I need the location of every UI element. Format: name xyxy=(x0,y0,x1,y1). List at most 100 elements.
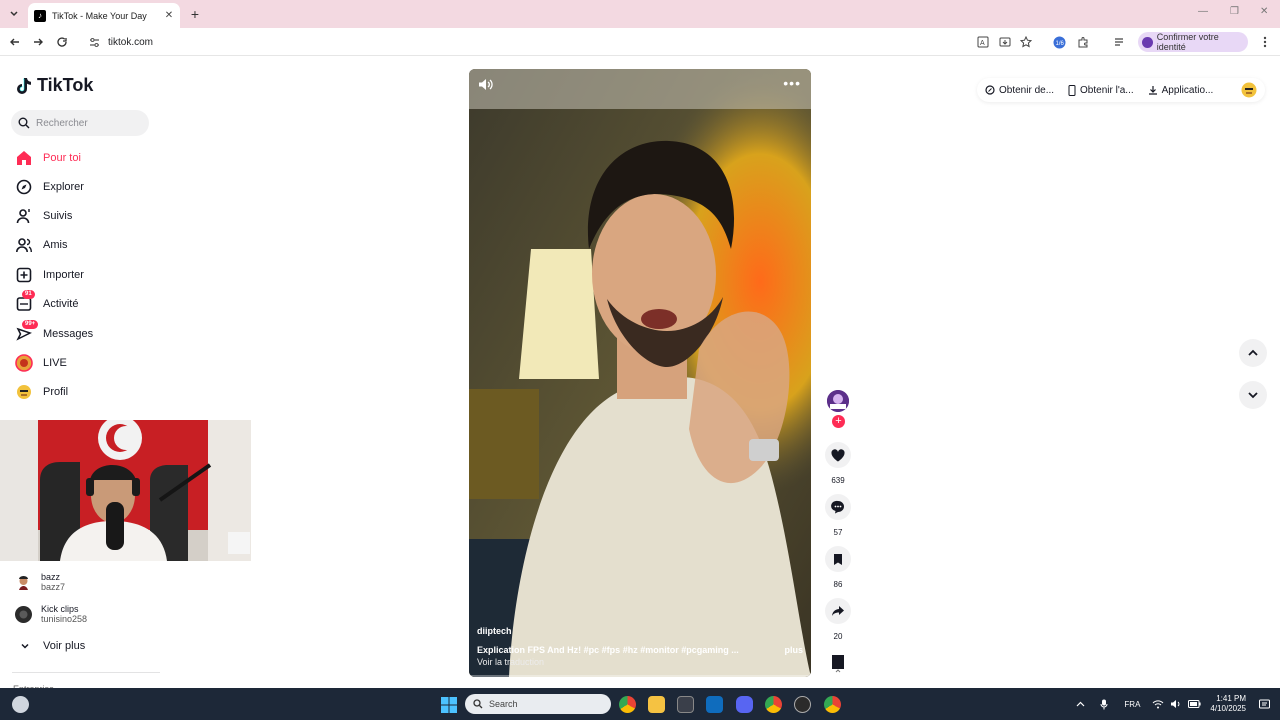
nav-label: Pour toi xyxy=(43,152,81,164)
chrome-icon[interactable] xyxy=(619,696,636,713)
widgets-icon[interactable] xyxy=(12,696,29,713)
comment-button[interactable] xyxy=(825,494,851,520)
tab-search-icon[interactable] xyxy=(6,7,22,21)
outlook-icon[interactable] xyxy=(706,696,723,713)
nav-label: Activité xyxy=(43,298,79,310)
chrome-secondary-icon[interactable] xyxy=(824,696,841,713)
extensions-puzzle-icon[interactable] xyxy=(1076,35,1090,49)
nav-live[interactable]: LIVE xyxy=(15,352,245,374)
microphone-icon[interactable] xyxy=(1094,699,1114,710)
reading-list-icon[interactable] xyxy=(1112,35,1126,49)
share-button[interactable] xyxy=(825,598,851,624)
next-video-button[interactable] xyxy=(1239,381,1267,409)
phone-icon xyxy=(1068,84,1076,96)
nav-label: Importer xyxy=(43,269,84,281)
volume-icon[interactable] xyxy=(477,77,493,91)
video-player[interactable]: ••• diiptech Explication FPS And Hz! #pc… xyxy=(469,69,811,677)
nav-messages[interactable]: 99+ Messages xyxy=(15,320,245,345)
bookmark-icon xyxy=(833,553,843,566)
profile-avatar-icon xyxy=(1142,36,1153,48)
tray-overflow-icon[interactable] xyxy=(1070,700,1090,709)
like-count: 639 xyxy=(831,476,845,485)
site-info-icon[interactable] xyxy=(88,36,100,48)
wifi-icon[interactable] xyxy=(1150,699,1166,709)
maximize-window-icon[interactable]: ❐ xyxy=(1230,6,1239,17)
extension-badge-icon[interactable]: 1/6 xyxy=(1052,35,1066,49)
video-progress-bar[interactable] xyxy=(469,675,811,677)
get-app-button[interactable]: Obtenir l'a... xyxy=(1068,84,1134,96)
forward-icon[interactable] xyxy=(31,35,45,49)
save-button[interactable] xyxy=(825,546,851,572)
new-tab-button[interactable]: + xyxy=(188,6,202,22)
video-author[interactable]: diiptech xyxy=(477,626,803,636)
previous-video-button[interactable] xyxy=(1239,339,1267,367)
windows-start-icon[interactable] xyxy=(440,696,457,713)
notifications-icon[interactable] xyxy=(1256,699,1272,710)
music-disc-button[interactable] xyxy=(825,650,851,676)
video-translate-link[interactable]: Voir la traduction xyxy=(477,657,803,667)
share-arrow-icon xyxy=(831,605,845,617)
activity-icon: 91 xyxy=(15,290,35,313)
video-top-bar xyxy=(469,69,811,109)
translate-icon[interactable]: A xyxy=(976,35,990,49)
video-more-button[interactable]: plus xyxy=(784,645,803,655)
search-icon xyxy=(18,117,30,129)
nav-importer[interactable]: Importer xyxy=(15,264,245,286)
active-tab[interactable]: ♪ TikTok - Make Your Day ✕ xyxy=(28,3,180,28)
close-window-icon[interactable]: ✕ xyxy=(1260,6,1268,17)
nav-amis[interactable]: Amis xyxy=(15,234,245,256)
video-description: Explication FPS And Hz! #pc #fps #hz #mo… xyxy=(477,645,739,655)
install-app-icon[interactable] xyxy=(998,35,1012,49)
following-account-kick-clips[interactable]: Kick clips tunisino258 xyxy=(15,604,87,624)
like-button[interactable] xyxy=(825,442,851,468)
profile-identity-chip[interactable]: Confirmer votre identité xyxy=(1138,32,1248,52)
download-icon xyxy=(1148,85,1158,95)
address-bar[interactable]: tiktok.com xyxy=(78,31,968,53)
minimize-window-icon[interactable]: — xyxy=(1198,6,1208,17)
store-icon[interactable] xyxy=(677,696,694,713)
battery-icon[interactable] xyxy=(1186,700,1202,708)
application-label: Applicatio... xyxy=(1161,84,1214,96)
file-explorer-icon[interactable] xyxy=(648,696,665,713)
share-count: 20 xyxy=(833,632,843,641)
nav-activite[interactable]: 91 Activité xyxy=(15,290,245,315)
chrome-profile-icon[interactable] xyxy=(765,696,782,713)
nav-profil[interactable]: Profil xyxy=(15,381,245,403)
bookmark-star-icon[interactable] xyxy=(1019,35,1033,49)
browser-toolbar: tiktok.com A 1/6 Confirmer votre identit… xyxy=(0,28,1280,56)
nav-pour-toi[interactable]: Pour toi xyxy=(15,147,245,169)
browser-tab-strip: ♪ TikTok - Make Your Day ✕ + — ❐ ✕ xyxy=(0,0,1280,28)
following-account-bazz[interactable]: bazz bazz7 xyxy=(15,572,65,592)
input-language[interactable]: FRA xyxy=(1124,700,1140,709)
obs-icon[interactable] xyxy=(794,696,811,713)
comment-count: 57 xyxy=(833,528,843,537)
volume-icon[interactable] xyxy=(1168,699,1184,709)
browser-menu-icon[interactable] xyxy=(1258,35,1272,49)
see-more-link[interactable]: Voir plus xyxy=(17,640,85,652)
taskbar-clock[interactable]: 1:41 PM 4/10/2025 xyxy=(1210,694,1246,714)
comment-icon xyxy=(831,500,845,514)
reload-icon[interactable] xyxy=(55,35,69,49)
messages-icon: 99+ xyxy=(15,320,39,343)
tab-title: TikTok - Make Your Day xyxy=(52,10,147,21)
video-caption: diiptech Explication FPS And Hz! #pc #fp… xyxy=(477,626,803,667)
tiktok-logo[interactable]: TikTok xyxy=(16,75,93,96)
account-avatar xyxy=(15,605,32,623)
activity-badge: 91 xyxy=(22,290,35,299)
get-coins-button[interactable]: Obtenir de... xyxy=(985,85,1054,96)
chevron-down-icon xyxy=(1247,389,1259,401)
nav-label: Messages xyxy=(43,328,94,340)
back-icon[interactable] xyxy=(8,35,22,49)
user-avatar[interactable] xyxy=(1241,82,1257,98)
sidebar-divider xyxy=(12,672,160,673)
taskbar-search-input[interactable]: Search xyxy=(465,694,611,714)
search-input[interactable]: Rechercher xyxy=(11,110,149,136)
nav-explorer[interactable]: Explorer xyxy=(15,176,245,198)
video-more-options-icon[interactable]: ••• xyxy=(783,75,801,91)
follow-plus-button[interactable]: + xyxy=(832,415,845,428)
application-button[interactable]: Applicatio... xyxy=(1148,84,1214,96)
creator-avatar[interactable] xyxy=(827,390,849,412)
nav-suivis[interactable]: Suivis xyxy=(15,205,245,227)
close-tab-icon[interactable]: ✕ xyxy=(164,10,174,21)
discord-icon[interactable] xyxy=(736,696,753,713)
